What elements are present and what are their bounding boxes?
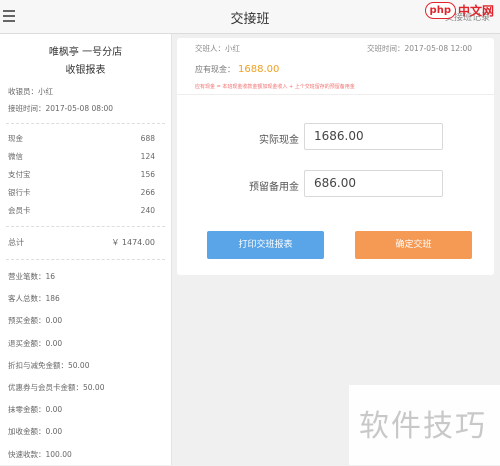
confirm-handover-button[interactable]: 确定交班 bbox=[355, 231, 472, 259]
handover-person: 交班人：小红 bbox=[195, 44, 240, 53]
expected-cash: 应有现金： 1688.00 bbox=[195, 64, 280, 75]
payment-row: 微信 124 bbox=[8, 152, 155, 161]
stat-item: 加收金额：0.00 bbox=[8, 427, 63, 437]
site-watermark-logo: php 中文网 bbox=[424, 2, 494, 19]
actual-cash-label: 实际现金 bbox=[259, 135, 299, 146]
bottom-watermark: 软件技巧 bbox=[349, 385, 500, 465]
cashier-name: 收银员：小红 bbox=[8, 87, 53, 96]
shift-start-time: 接班时间：2017-05-08 08:00 bbox=[8, 104, 114, 113]
payment-row: 现金 688 bbox=[8, 134, 155, 143]
reserve-cash-input[interactable]: 686.00 bbox=[304, 170, 443, 197]
divider bbox=[6, 259, 165, 260]
stat-item: 客人总数：186 bbox=[8, 294, 60, 304]
shop-name: 唯枫亭 一号分店 bbox=[48, 47, 123, 58]
watermark-brand: php bbox=[424, 2, 456, 19]
divider bbox=[177, 94, 494, 95]
reserve-cash-label: 预留备用金 bbox=[249, 182, 299, 193]
report-title: 收银报表 bbox=[65, 65, 106, 76]
stat-item: 退买金额：0.00 bbox=[8, 338, 63, 348]
handover-time: 交班时间：2017-05-08 12:00 bbox=[367, 44, 473, 53]
watermark-cn: 中文网 bbox=[457, 4, 494, 18]
expected-cash-value: 1688.00 bbox=[238, 64, 280, 75]
divider bbox=[6, 226, 165, 227]
stat-item: 折扣与减免金额：50.00 bbox=[8, 360, 90, 370]
payment-row: 银行卡 266 bbox=[8, 188, 155, 197]
payment-row: 会员卡 240 bbox=[8, 206, 155, 215]
stat-item: 预买金额：0.00 bbox=[8, 316, 63, 326]
stats-list: 营业笔数：16 客人总数：186 预买金额：0.00 退买金额：0.00 折扣与… bbox=[0, 266, 171, 466]
print-report-button[interactable]: 打印交班报表 bbox=[207, 231, 324, 259]
top-bar: 交接班 交接班记录 php 中文网 bbox=[0, 0, 500, 34]
payment-row: 支付宝 156 bbox=[8, 170, 155, 179]
actual-cash-input[interactable]: 1686.00 bbox=[304, 123, 443, 150]
payment-list: 现金 688 微信 124 支付宝 156 银行卡 266 会员卡 240 bbox=[0, 130, 171, 220]
cash-formula-note: 应有现金 = 本班现金收款金额加现金收入 + 上个交班留存的预留备用金 bbox=[195, 84, 355, 90]
stat-item: 抹零金额：0.00 bbox=[8, 405, 63, 415]
stat-item: 营业笔数：16 bbox=[8, 272, 56, 281]
divider bbox=[6, 123, 165, 124]
total-row: 总计 ￥ 1474.00 bbox=[8, 238, 155, 247]
stat-item: 优惠券与会员卡金额：50.00 bbox=[8, 382, 105, 392]
stat-item: 快速收款：100.00 bbox=[8, 449, 72, 459]
handover-panel: 交班人：小红 交班时间：2017-05-08 12:00 应有现金： 1688.0… bbox=[177, 38, 494, 275]
receipt-panel: 唯枫亭 一号分店 收银报表 收银员：小红 接班时间：2017-05-08 08:… bbox=[0, 34, 172, 465]
